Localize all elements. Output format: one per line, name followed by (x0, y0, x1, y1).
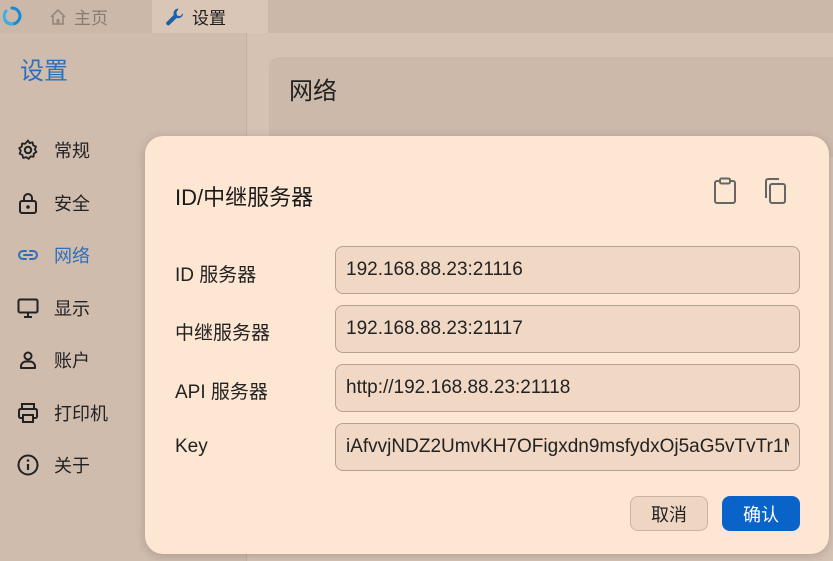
person-icon (16, 348, 40, 372)
sidebar-item-display[interactable]: 显示 (16, 293, 90, 323)
sidebar-item-about[interactable]: 关于 (16, 450, 90, 480)
sidebar-item-label: 打印机 (54, 404, 108, 424)
sidebar-item-label: 常规 (54, 141, 90, 161)
section-title: 网络 (289, 78, 337, 105)
relay-server-input[interactable] (335, 305, 800, 353)
tab-home-label: 主页 (74, 9, 108, 28)
info-icon (16, 453, 40, 477)
home-icon (48, 7, 68, 27)
api-server-input[interactable] (335, 364, 800, 412)
sidebar-item-label: 账户 (54, 351, 90, 371)
dialog-title: ID/中继服务器 (175, 185, 314, 210)
tab-settings[interactable]: 设置 (152, 0, 268, 33)
wrench-icon (164, 6, 186, 28)
id-server-input[interactable] (335, 246, 800, 294)
app-logo-icon (2, 6, 22, 26)
api-server-label: API 服务器 (175, 382, 268, 403)
gear-icon (16, 138, 40, 162)
link-icon (16, 243, 40, 267)
tab-settings-label: 设置 (192, 9, 226, 28)
server-dialog: ID/中继服务器 ID 服务器 中继服务器 API 服务器 Key 取消 确认 (145, 136, 829, 554)
sidebar-item-label: 关于 (54, 456, 90, 476)
sidebar-item-printer[interactable]: 打印机 (16, 398, 108, 428)
sidebar-item-label: 安全 (54, 194, 90, 214)
sidebar-item-network[interactable]: 网络 (16, 240, 90, 270)
confirm-button[interactable]: 确认 (722, 496, 800, 531)
sidebar-item-account[interactable]: 账户 (16, 345, 90, 375)
sidebar-item-security[interactable]: 安全 (16, 188, 90, 218)
relay-server-label: 中继服务器 (175, 323, 271, 344)
key-label: Key (175, 436, 208, 457)
sidebar-title: 设置 (20, 58, 68, 85)
copy-icon[interactable] (761, 176, 789, 206)
key-input[interactable] (335, 423, 800, 471)
tab-home[interactable]: 主页 (48, 0, 108, 33)
id-server-label: ID 服务器 (175, 265, 257, 286)
cancel-button[interactable]: 取消 (630, 496, 708, 531)
sidebar-item-label: 网络 (54, 246, 90, 266)
clipboard-paste-icon[interactable] (711, 176, 739, 206)
lock-icon (16, 191, 40, 215)
monitor-icon (16, 296, 40, 320)
sidebar-item-label: 显示 (54, 299, 90, 319)
sidebar-item-general[interactable]: 常规 (16, 135, 90, 165)
tab-bar: 主页 设置 (0, 0, 833, 33)
printer-icon (16, 401, 40, 425)
